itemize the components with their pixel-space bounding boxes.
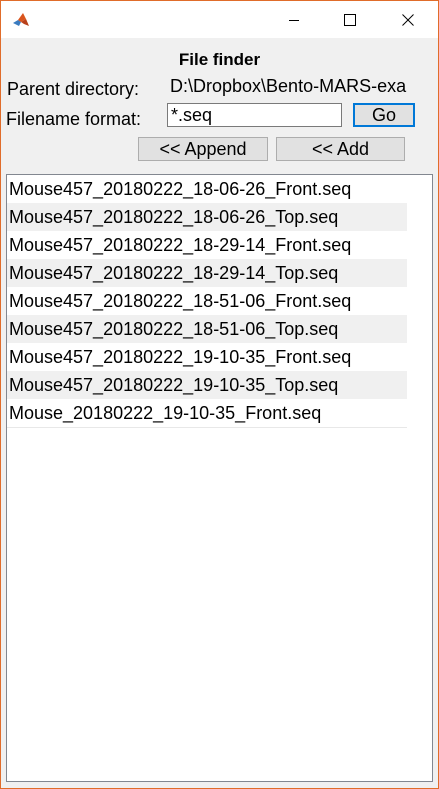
append-button[interactable]: << Append — [138, 137, 268, 161]
list-item[interactable]: Mouse457_20180222_19-10-35_Top.seq — [7, 371, 407, 399]
app-window: File finder Parent directory: D:\Dropbox… — [0, 0, 439, 789]
title-bar[interactable] — [1, 1, 438, 38]
list-item[interactable]: Mouse457_20180222_18-06-26_Top.seq — [7, 203, 407, 231]
filename-format-label: Filename format: — [6, 109, 142, 129]
file-list[interactable]: Mouse457_20180222_18-06-26_Front.seq Mou… — [6, 174, 433, 782]
list-item[interactable]: Mouse457_20180222_18-51-06_Top.seq — [7, 315, 407, 343]
list-item[interactable]: Mouse457_20180222_18-06-26_Front.seq — [7, 175, 407, 203]
maximize-button[interactable] — [327, 1, 373, 38]
minimize-button[interactable] — [271, 1, 317, 38]
parent-directory-label: Parent directory: — [7, 79, 140, 99]
list-item[interactable]: Mouse457_20180222_18-29-14_Top.seq — [7, 259, 407, 287]
list-item[interactable]: Mouse_20180222_19-10-35_Front.seq — [7, 399, 407, 428]
panel-title: File finder — [178, 50, 261, 69]
list-item[interactable]: Mouse457_20180222_19-10-35_Front.seq — [7, 343, 407, 371]
minimize-icon — [289, 19, 299, 21]
maximize-icon — [344, 13, 356, 26]
close-button[interactable] — [385, 1, 431, 38]
list-item[interactable]: Mouse457_20180222_18-51-06_Front.seq — [7, 287, 407, 315]
file-finder-panel: File finder Parent directory: D:\Dropbox… — [1, 38, 438, 788]
go-button[interactable]: Go — [353, 103, 415, 127]
close-icon — [402, 13, 414, 26]
add-button[interactable]: << Add — [276, 137, 405, 161]
filename-format-input[interactable] — [167, 103, 342, 127]
parent-directory-value: D:\Dropbox\Bento-MARS-exa — [170, 76, 407, 96]
list-item[interactable]: Mouse457_20180222_18-29-14_Front.seq — [7, 231, 407, 259]
matlab-icon — [12, 11, 30, 29]
